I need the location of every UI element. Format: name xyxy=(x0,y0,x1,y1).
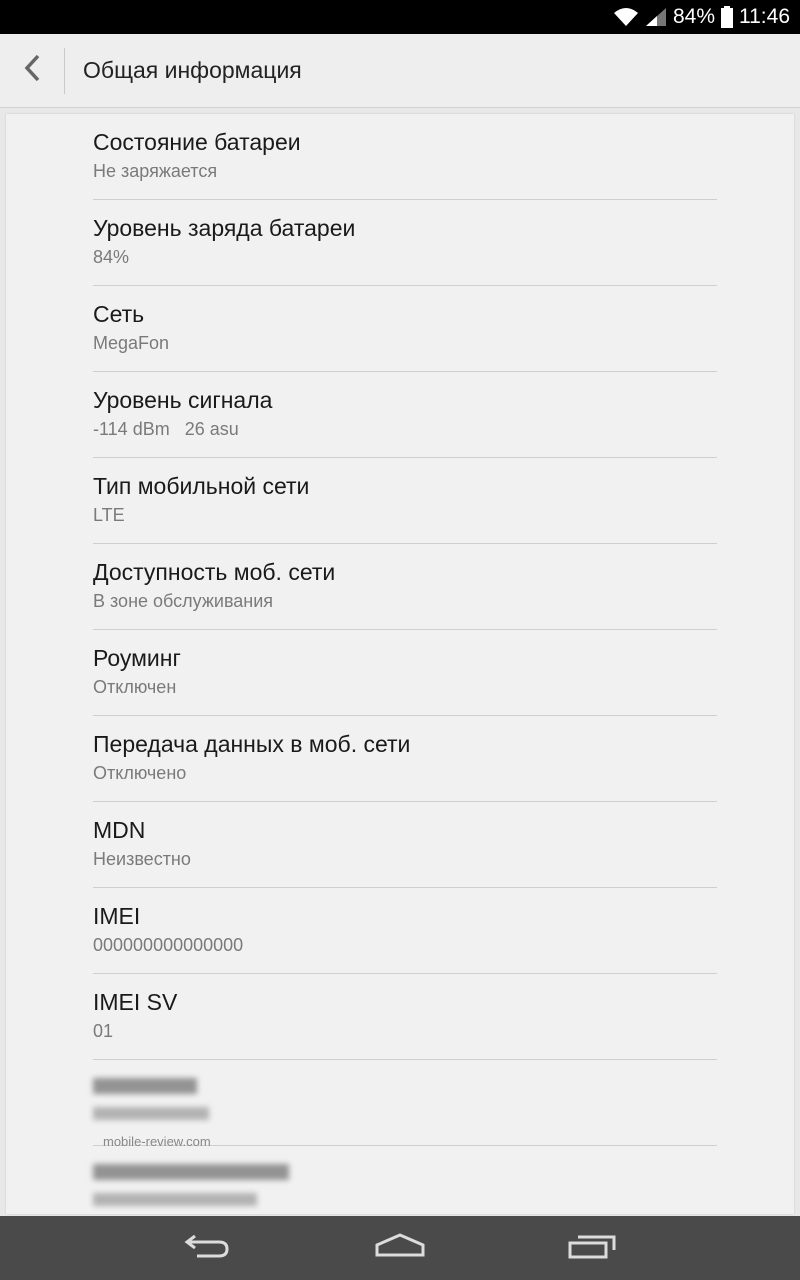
action-bar-divider xyxy=(64,47,65,94)
content-panel: Состояние батареи Не заряжается Уровень … xyxy=(6,114,794,1214)
list-item[interactable]: MDN Неизвестно xyxy=(93,802,717,888)
clock: 11:46 xyxy=(739,5,790,28)
obscured-list-item[interactable] xyxy=(93,1146,717,1214)
list-item[interactable]: Тип мобильной сети LTE xyxy=(93,458,717,544)
list-item[interactable]: IMEI 000000000000000 xyxy=(93,888,717,974)
item-value: 000000000000000 xyxy=(93,935,244,955)
list-item[interactable]: Состояние батареи Не заряжается xyxy=(93,114,717,200)
list-item[interactable]: IMEI SV 01 xyxy=(93,974,717,1060)
item-value: Не заряжается xyxy=(93,161,218,181)
item-title: Состояние батареи xyxy=(93,129,301,155)
item-value: 84% xyxy=(93,247,130,267)
item-title: Роуминг xyxy=(93,645,181,671)
obscured-bar xyxy=(93,1073,717,1103)
item-value: 01 xyxy=(93,1021,114,1041)
wifi-icon xyxy=(613,7,639,27)
list-item[interactable]: Уровень сигнала -114 dBm 26 asu xyxy=(93,372,717,458)
battery-percent: 84% xyxy=(672,5,715,28)
list-item[interactable]: Уровень заряда батареи 84% xyxy=(93,200,717,286)
nav-back-button[interactable] xyxy=(162,1216,252,1280)
back-icon xyxy=(183,1232,231,1265)
item-title: Тип мобильной сети xyxy=(93,473,310,499)
item-title: Доступность моб. сети xyxy=(93,559,336,585)
item-value: LTE xyxy=(93,505,125,525)
recents-icon xyxy=(568,1232,618,1265)
list-item[interactable]: Передача данных в моб. сети Отключено xyxy=(93,716,717,802)
back-button[interactable] xyxy=(0,34,64,108)
list-item[interactable]: Роуминг Отключен xyxy=(93,630,717,716)
battery-icon xyxy=(721,6,733,28)
list-item[interactable]: Сеть MegaFon xyxy=(93,286,717,372)
item-value: В зоне обслуживания xyxy=(93,591,274,611)
navigation-bar xyxy=(0,1216,800,1280)
watermark: mobile-review.com xyxy=(103,1134,211,1149)
item-title: Передача данных в моб. сети xyxy=(93,731,411,757)
item-title: IMEI xyxy=(93,903,141,929)
page-title: Общая информация xyxy=(83,57,302,83)
obscured-bar xyxy=(93,1189,717,1214)
action-bar: Общая информация xyxy=(0,34,800,108)
list-item[interactable]: Доступность моб. сети В зоне обслуживани… xyxy=(93,544,717,630)
item-value: MegaFon xyxy=(93,333,170,353)
item-value: -114 dBm 26 asu xyxy=(93,419,239,439)
item-title: Уровень сигнала xyxy=(93,387,273,413)
status-bar: 84% 11:46 xyxy=(0,0,800,34)
item-title: Сеть xyxy=(93,301,145,327)
signal-icon xyxy=(645,7,667,27)
nav-home-button[interactable] xyxy=(355,1216,445,1280)
home-icon xyxy=(374,1232,426,1264)
back-chevron-icon xyxy=(23,53,41,88)
obscured-bar xyxy=(93,1159,717,1189)
item-value: Отключено xyxy=(93,763,187,783)
info-list: Состояние батареи Не заряжается Уровень … xyxy=(93,114,717,1214)
item-value: Неизвестно xyxy=(93,849,191,869)
item-value: Отключен xyxy=(93,677,177,697)
item-title: IMEI SV xyxy=(93,989,178,1015)
item-title: MDN xyxy=(93,817,146,843)
item-title: Уровень заряда батареи xyxy=(93,215,356,241)
nav-recents-button[interactable] xyxy=(548,1216,638,1280)
obscured-bar xyxy=(93,1103,717,1131)
